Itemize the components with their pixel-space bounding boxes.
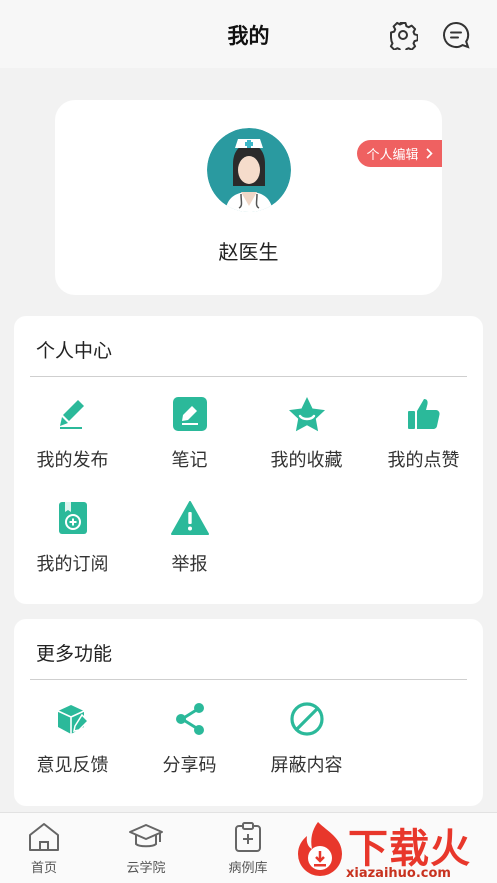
- gear-icon[interactable]: [386, 18, 420, 52]
- my-favorites-label: 我的收藏: [270, 450, 343, 471]
- chevron-right-icon: [425, 148, 433, 159]
- blocked-content-label: 屏蔽内容: [270, 755, 343, 776]
- my-subscriptions-label: 我的订阅: [36, 554, 109, 575]
- share-icon: [170, 699, 210, 739]
- my-likes-label: 我的点赞: [387, 450, 460, 471]
- my-subscriptions-item[interactable]: 我的订阅: [14, 498, 131, 576]
- nav-item-academy[interactable]: 云学院: [111, 821, 181, 876]
- page-title: 我的: [227, 24, 270, 48]
- profile-card: [55, 100, 442, 295]
- nav-academy-label: 云学院: [126, 861, 166, 876]
- home-icon: [29, 823, 59, 851]
- nav-case-library-label: 病例库: [228, 861, 268, 876]
- my-posts-item[interactable]: 我的发布: [14, 394, 131, 472]
- subscribe-book-icon: [53, 498, 93, 538]
- more-functions-panel: 更多功能 意见反馈 分享码 屏蔽内容: [14, 619, 483, 806]
- watermark-url: xiazaihuo.com: [346, 866, 451, 881]
- warning-icon: [170, 498, 210, 538]
- more-functions-title: 更多功能: [36, 643, 113, 665]
- divider: [30, 679, 467, 680]
- nav-item-case-library[interactable]: 病例库: [213, 821, 283, 876]
- feedback-box-icon: [53, 699, 93, 739]
- notes-item[interactable]: 笔记: [131, 394, 248, 472]
- watermark-logo: 下载火 xiazaihuo.com: [290, 816, 497, 883]
- blocked-content-item[interactable]: 屏蔽内容: [248, 699, 365, 777]
- my-posts-label: 我的发布: [36, 450, 109, 471]
- nav-item-home[interactable]: 首页: [9, 821, 79, 876]
- divider: [30, 376, 467, 377]
- user-name: 赵医生: [218, 240, 279, 264]
- report-item[interactable]: 举报: [131, 498, 248, 576]
- share-code-item[interactable]: 分享码: [131, 699, 248, 777]
- my-favorites-item[interactable]: 我的收藏: [248, 394, 365, 472]
- graduation-cap-icon: [129, 824, 163, 848]
- nav-home-label: 首页: [30, 861, 57, 876]
- feedback-item[interactable]: 意见反馈: [14, 699, 131, 777]
- personal-center-panel: 个人中心 我的发布 笔记 我的收藏 我的点赞 我的订阅 举报: [14, 316, 483, 604]
- block-icon: [287, 699, 327, 739]
- feedback-label: 意见反馈: [36, 755, 109, 776]
- edit-profile-label: 个人编辑: [366, 148, 419, 163]
- clipboard-icon: [235, 822, 261, 852]
- flame-logo-icon: [298, 822, 342, 876]
- personal-center-title: 个人中心: [36, 340, 113, 362]
- nurse-avatar[interactable]: [207, 128, 291, 212]
- pencil-icon: [53, 394, 93, 434]
- report-label: 举报: [171, 554, 208, 575]
- thumbs-up-icon: [404, 394, 444, 434]
- my-likes-item[interactable]: 我的点赞: [365, 394, 482, 472]
- note-edit-icon: [170, 394, 210, 434]
- edit-profile-button[interactable]: 个人编辑: [357, 140, 442, 167]
- star-icon: [287, 394, 327, 434]
- share-code-label: 分享码: [162, 755, 217, 776]
- message-icon[interactable]: [439, 18, 473, 52]
- notes-label: 笔记: [171, 450, 208, 471]
- top-bar: 我的: [0, 0, 497, 68]
